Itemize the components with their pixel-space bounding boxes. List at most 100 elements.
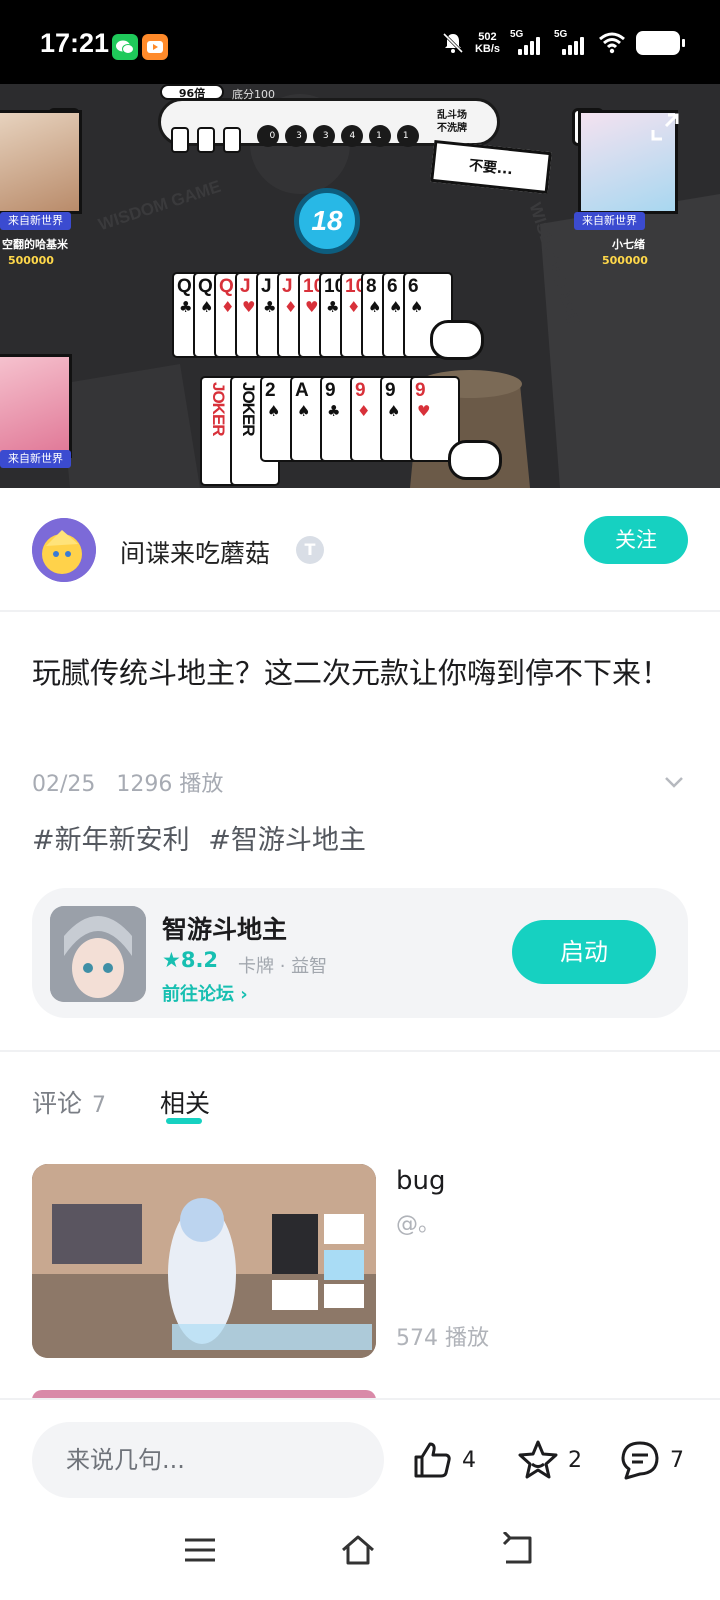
card-rank: Q <box>219 276 234 297</box>
signal-icon-2: 5G <box>554 29 588 57</box>
left-player-coins: 500000 <box>8 254 54 267</box>
card-rank: 6 <box>408 276 419 297</box>
card-suit: ♠ <box>267 402 281 420</box>
card-suit: ♦ <box>347 298 361 316</box>
star-icon <box>518 1440 558 1479</box>
video-app-icon <box>142 34 168 60</box>
game-genre: 卡牌 · 益智 <box>238 956 328 977</box>
menu-icon[interactable] <box>182 1532 218 1568</box>
launch-button[interactable]: 启动 <box>512 920 656 984</box>
bottom-left-world-tag: 来自新世界 <box>0 450 71 468</box>
tab-related[interactable]: 相关 <box>160 1084 210 1120</box>
left-world-tag: 来自新世界 <box>0 212 71 230</box>
list-item[interactable]: bug @。 574 播放 <box>32 1164 688 1358</box>
forum-link[interactable]: 前往论坛 › <box>162 980 248 1006</box>
post-title: 玩腻传统斗地主？这二次元款让你嗨到停不下来！ <box>32 656 671 690</box>
system-nav-bar <box>0 1496 720 1600</box>
card-rank: 9 <box>355 380 366 401</box>
signal-label-1: 5G <box>510 29 524 40</box>
card-rank: 9 <box>415 380 426 401</box>
card-rank: J <box>240 276 251 297</box>
post-date: 02/25 <box>32 772 96 797</box>
chevron-down-icon[interactable] <box>662 770 686 794</box>
card-suit: ♥ <box>242 298 256 316</box>
follow-button[interactable]: 关注 <box>584 516 688 564</box>
card-rank: 8 <box>366 276 377 297</box>
hud-count: 4 <box>349 131 356 141</box>
battery-icon <box>636 31 685 55</box>
tab-indicator <box>166 1118 202 1124</box>
hud-count: 3 <box>322 131 329 141</box>
home-icon[interactable] <box>340 1532 376 1568</box>
right-player-coins: 500000 <box>602 254 648 267</box>
forum-link-label: 前往论坛 <box>162 984 234 1005</box>
comment-input[interactable]: 来说几句... <box>32 1422 384 1498</box>
hud-mode-line1: 乱斗场 <box>437 110 467 121</box>
favorite-button[interactable]: 2 <box>516 1436 582 1484</box>
hud-card-icon <box>171 127 189 153</box>
mute-icon <box>442 32 463 54</box>
cat-mascot <box>430 320 484 360</box>
signal-label-2: 5G <box>554 29 568 40</box>
card-suit: ♠ <box>387 402 401 420</box>
status-time: 17:21 <box>40 28 110 58</box>
card-suit: ♣ <box>327 402 341 420</box>
hud-count: 1 <box>376 131 382 141</box>
comment-icon <box>621 1441 659 1480</box>
net-speed: 502 KB/s <box>475 31 500 55</box>
card-suit: ♦ <box>357 402 371 420</box>
card-suit: ♣ <box>179 298 193 316</box>
comment-button[interactable]: 7 <box>618 1436 684 1484</box>
like-button[interactable]: 4 <box>410 1436 476 1484</box>
post-tags: #新年新安利 #智游斗地主 <box>32 818 376 857</box>
card-rank: 9 <box>385 380 396 401</box>
related-author: @。 <box>396 1212 441 1237</box>
post-meta: 02/25 1296 播放 <box>32 766 237 798</box>
related-title: bug <box>396 1166 446 1196</box>
game-rating-value: 8.2 <box>180 948 219 972</box>
wechat-icon <box>112 34 138 60</box>
tag-link[interactable]: #新年新安利 <box>32 825 190 856</box>
score-hud: 0 3 3 4 1 1 乱斗场 不洗牌 <box>158 98 500 153</box>
bottom-left-player-avatar <box>0 354 72 458</box>
card-suit: ♠ <box>297 402 311 420</box>
related-thumbnail[interactable] <box>32 1164 376 1358</box>
left-player-name: 空翻的哈基米 <box>2 238 68 251</box>
game-icon[interactable] <box>50 906 146 1002</box>
card-suit: ♠ <box>389 298 403 316</box>
base-score: 底分100 <box>232 88 275 101</box>
thumbs-up-icon <box>414 1442 451 1478</box>
tab-comments-count: 7 <box>92 1093 107 1118</box>
game-card[interactable]: 智游斗地主 ★8.2 卡牌 · 益智 前往论坛 › 启动 <box>32 888 688 1018</box>
card-rank: JOKER <box>209 382 228 436</box>
tag-link[interactable]: #智游斗地主 <box>208 825 366 856</box>
status-indicators: 502 KB/s 5G 5G <box>441 28 685 58</box>
tab-comments[interactable]: 评论 7 <box>32 1084 106 1120</box>
net-speed-value: 502 <box>478 31 497 43</box>
game-rating: ★8.2 <box>162 948 218 972</box>
tab-comments-label: 评论 <box>32 1089 83 1118</box>
turn-timer: 18 <box>294 188 360 254</box>
fullscreen-icon[interactable] <box>650 112 680 142</box>
card-suit: ♠ <box>410 298 424 316</box>
left-player-avatar <box>0 110 82 214</box>
hud-count: 0 <box>269 131 276 141</box>
wifi-icon <box>599 32 625 54</box>
multiplier-badge: 96倍 <box>160 84 224 100</box>
card-rank: Q <box>177 276 192 297</box>
right-world-tag: 来自新世界 <box>574 212 645 230</box>
author-name[interactable]: 间谍来吃蘑菇 <box>120 534 270 570</box>
avatar[interactable] <box>32 518 96 582</box>
card-suit: ♦ <box>284 298 298 316</box>
card-suit: ♠ <box>200 298 214 316</box>
timer-value: 18 <box>311 205 343 236</box>
back-icon[interactable] <box>500 1532 536 1568</box>
card-suit: ♠ <box>368 298 382 316</box>
hud-mode: 乱斗场 不洗牌 <box>437 109 467 135</box>
hud-card-icon <box>197 127 215 153</box>
video-player[interactable]: WISDOM GAME WISDOM GAME 0 3 3 4 1 1 乱斗场 … <box>0 84 720 488</box>
game-name: 智游斗地主 <box>162 915 288 944</box>
card-suit: ♣ <box>263 298 277 316</box>
related-views: 574 播放 <box>396 1326 489 1351</box>
level-badge: T <box>296 536 324 564</box>
